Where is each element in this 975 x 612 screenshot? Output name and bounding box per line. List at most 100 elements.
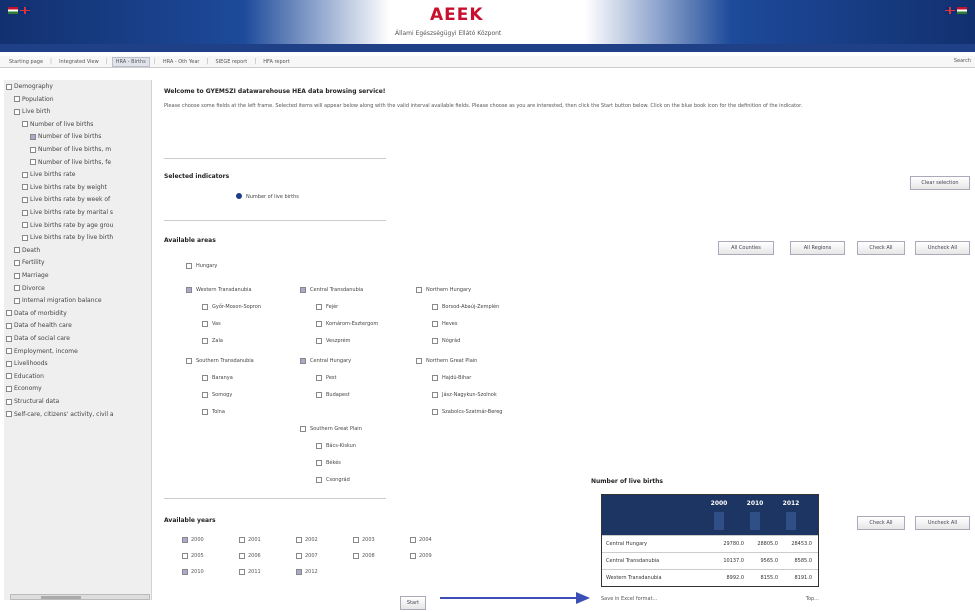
tree-expander-icon[interactable] xyxy=(22,222,28,229)
tree-expander-icon[interactable] xyxy=(22,171,28,178)
tree-expander-icon[interactable] xyxy=(14,297,20,304)
tree-expander-icon[interactable] xyxy=(14,285,20,292)
tree-item[interactable]: Live births rate by live birth xyxy=(22,234,113,241)
county-checkbox[interactable]: Csongrád xyxy=(316,477,350,483)
tree-item[interactable]: Data of health care xyxy=(6,322,72,329)
indicator-book-icon[interactable] xyxy=(236,193,242,199)
tree-expander-icon[interactable] xyxy=(14,108,20,115)
checkbox-icon[interactable] xyxy=(316,375,322,381)
checkbox-icon[interactable] xyxy=(316,477,322,483)
checkbox-icon[interactable] xyxy=(202,304,208,310)
region-checkbox[interactable]: Northern Hungary xyxy=(416,287,471,293)
checkbox-icon[interactable] xyxy=(316,338,322,344)
county-checkbox[interactable]: Békés xyxy=(316,460,341,466)
save-excel-link[interactable]: Save in Excel format... xyxy=(601,596,657,602)
tree-expander-icon[interactable] xyxy=(6,322,12,329)
checkbox-icon[interactable] xyxy=(202,321,208,327)
checkbox-icon[interactable] xyxy=(353,537,359,543)
clear-selection-button[interactable]: Clear selection xyxy=(910,176,970,190)
county-checkbox[interactable]: Baranya xyxy=(202,375,233,381)
tree-expander-icon[interactable] xyxy=(6,310,12,317)
checkbox-icon[interactable] xyxy=(353,553,359,559)
year-checkbox[interactable]: 2009 xyxy=(410,553,432,559)
checkbox-icon[interactable] xyxy=(182,569,188,575)
year-checkbox[interactable]: 2006 xyxy=(239,553,261,559)
tree-item[interactable]: Education xyxy=(6,373,44,380)
nav-tab[interactable]: HFA report xyxy=(260,58,292,66)
region-checkbox[interactable]: Central Transdanubia xyxy=(300,287,363,293)
county-checkbox[interactable]: Pest xyxy=(316,375,336,381)
tree-item[interactable]: Number of live births xyxy=(22,121,93,128)
county-checkbox[interactable]: Győr-Moson-Sopron xyxy=(202,304,261,310)
nav-tab[interactable]: Integrated View xyxy=(56,58,102,66)
county-checkbox[interactable]: Nógrád xyxy=(432,338,460,344)
region-checkbox[interactable]: Southern Transdanubia xyxy=(186,358,254,364)
tree-item[interactable]: Internal migration balance xyxy=(14,297,102,304)
year-checkbox[interactable]: 2002 xyxy=(296,537,318,543)
county-checkbox[interactable]: Veszprém xyxy=(316,338,350,344)
tree-expander-icon[interactable] xyxy=(6,335,12,342)
nav-tab[interactable]: HRA - Oth Year xyxy=(160,58,203,66)
checkbox-icon[interactable] xyxy=(296,537,302,543)
tree-item[interactable]: Live birth xyxy=(14,108,50,115)
checkbox-icon[interactable] xyxy=(202,375,208,381)
tree-item[interactable]: Livelihoods xyxy=(6,360,48,367)
hungarian-flag-icon[interactable] xyxy=(957,7,967,14)
checkbox-icon[interactable] xyxy=(239,569,245,575)
year-checkbox[interactable]: 2011 xyxy=(239,569,261,575)
tree-expander-icon[interactable] xyxy=(22,234,28,241)
checkbox-icon[interactable] xyxy=(416,358,422,364)
tree-item[interactable]: Number of live births, fe xyxy=(30,159,111,166)
year-checkbox[interactable]: 2001 xyxy=(239,537,261,543)
tree-item[interactable]: Marriage xyxy=(14,272,49,279)
all-regions-button[interactable]: All Regions xyxy=(790,241,845,255)
county-checkbox[interactable]: Bács-Kiskun xyxy=(316,443,356,449)
checkbox-icon[interactable] xyxy=(316,392,322,398)
checkbox-icon[interactable] xyxy=(316,460,322,466)
tree-expander-icon[interactable] xyxy=(6,348,12,355)
county-checkbox[interactable]: Heves xyxy=(432,321,457,327)
tree-item[interactable]: Economy xyxy=(6,385,42,392)
year-checkbox[interactable]: 2012 xyxy=(296,569,318,575)
start-button[interactable]: Start xyxy=(400,596,426,610)
checkbox-icon[interactable] xyxy=(432,304,438,310)
county-checkbox[interactable]: Hajdú-Bihar xyxy=(432,375,471,381)
county-checkbox[interactable]: Szabolcs-Szatmár-Bereg xyxy=(432,409,502,415)
tree-item[interactable]: Divorce xyxy=(14,285,45,292)
tree-item[interactable]: Live births rate by week of xyxy=(22,196,110,203)
county-checkbox[interactable]: Jász-Nagykun-Szolnok xyxy=(432,392,497,398)
tree-expander-icon[interactable] xyxy=(14,272,20,279)
tree-item[interactable]: Death xyxy=(14,247,40,254)
tree-item[interactable]: Data of morbidity xyxy=(6,310,67,317)
nav-tab[interactable]: Starting page xyxy=(6,58,46,66)
uncheck-all-areas-button[interactable]: Uncheck All xyxy=(915,241,970,255)
checkbox-icon[interactable] xyxy=(316,443,322,449)
checkbox-icon[interactable] xyxy=(410,553,416,559)
tree-expander-icon[interactable] xyxy=(22,184,28,191)
tree-item[interactable]: Live births rate by marital s xyxy=(22,209,113,216)
tree-item[interactable]: Structural data xyxy=(6,398,59,405)
checkbox-icon[interactable] xyxy=(432,375,438,381)
county-checkbox[interactable]: Fejér xyxy=(316,304,338,310)
tree-expander-icon[interactable] xyxy=(6,411,12,418)
tree-item[interactable]: Data of social care xyxy=(6,335,70,342)
all-counties-button[interactable]: All Counties xyxy=(718,241,774,255)
year-checkbox[interactable]: 2008 xyxy=(353,553,375,559)
tree-item[interactable]: Live births rate by weight xyxy=(22,184,107,191)
checkbox-icon[interactable] xyxy=(410,537,416,543)
tree-item[interactable]: Population xyxy=(14,96,54,103)
tree-expander-icon[interactable] xyxy=(14,247,20,254)
region-checkbox[interactable]: Western Transdanubia xyxy=(186,287,252,293)
county-checkbox[interactable]: Budapest xyxy=(316,392,350,398)
tree-expander-icon[interactable] xyxy=(22,121,28,128)
county-checkbox[interactable]: Vas xyxy=(202,321,221,327)
checkbox-icon[interactable] xyxy=(186,263,192,269)
county-checkbox[interactable]: Komárom-Esztergom xyxy=(316,321,378,327)
checkbox-icon[interactable] xyxy=(316,321,322,327)
tree-item[interactable]: Live births rate xyxy=(22,171,75,178)
tree-expander-icon[interactable] xyxy=(6,398,12,405)
county-checkbox[interactable]: Borsod-Abaúj-Zemplén xyxy=(432,304,499,310)
tree-expander-icon[interactable] xyxy=(30,146,36,153)
checkbox-icon[interactable] xyxy=(300,287,306,293)
checkbox-icon[interactable] xyxy=(186,287,192,293)
